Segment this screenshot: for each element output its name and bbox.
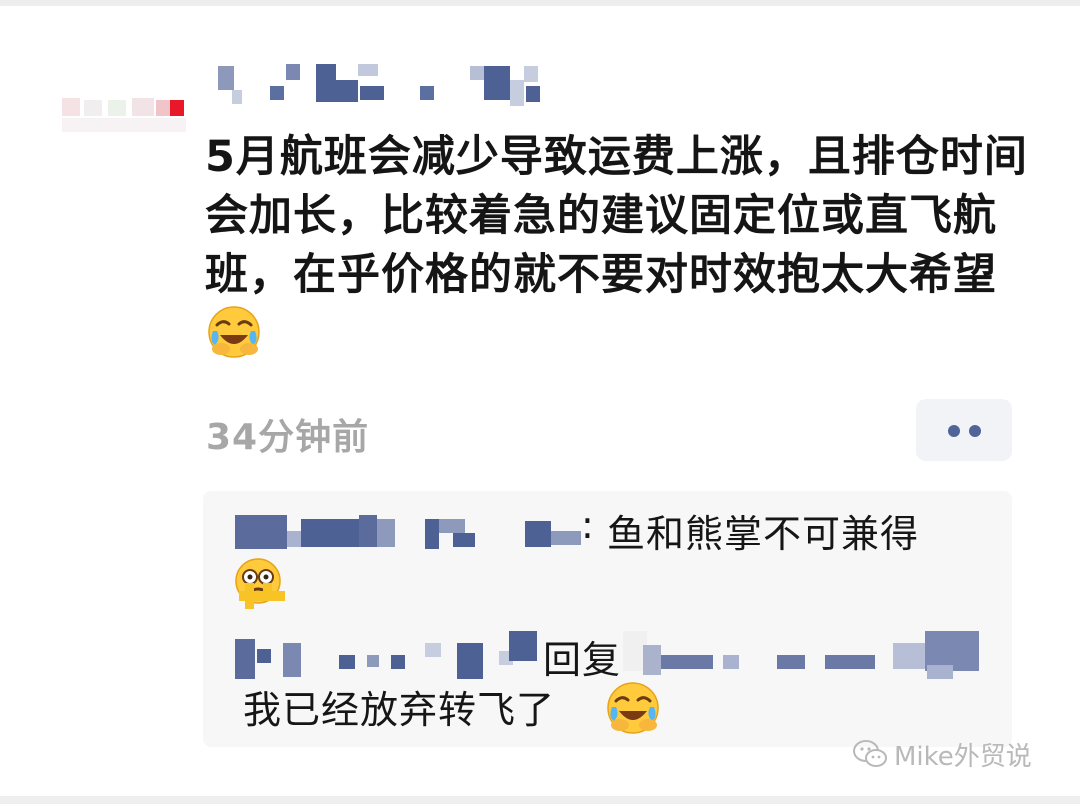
pix [439, 519, 465, 533]
crying-laughing-emoji-icon [607, 682, 659, 734]
pix [257, 649, 271, 663]
reply-item[interactable]: 回复 我已经放弃转飞了 [203, 621, 1012, 747]
pix [283, 643, 301, 677]
pix [391, 655, 405, 669]
bottom-divider [0, 796, 1080, 804]
comment-timestamp: 34分钟前 [206, 417, 370, 458]
pix [551, 531, 581, 545]
pix [825, 655, 875, 669]
reply-author-pixelated[interactable] [235, 639, 255, 679]
commenter-nickname[interactable] [212, 60, 572, 110]
avatar[interactable] [62, 98, 186, 134]
pix [927, 665, 953, 679]
watermark: Mike外贸说 [852, 732, 1032, 776]
pix [377, 519, 395, 547]
more-dots-icon [948, 425, 960, 437]
pix [359, 515, 377, 547]
more-options-button[interactable] [916, 399, 1012, 461]
pix [643, 645, 661, 675]
pix [661, 655, 713, 669]
pix [893, 643, 929, 669]
pix [301, 519, 359, 547]
watermark-text: Mike外贸说 [894, 741, 1032, 772]
top-divider [0, 0, 1080, 6]
pix [509, 631, 537, 661]
pix [525, 521, 551, 547]
crying-emoji-icon [235, 558, 285, 609]
pix [339, 655, 355, 669]
reply-author-pixelated[interactable] [235, 515, 287, 549]
reply-item[interactable]: : 鱼和熊掌不可兼得 [203, 491, 1012, 621]
reply-separator: : [581, 503, 595, 547]
pix [723, 655, 739, 669]
reply-list: : 鱼和熊掌不可兼得 回复 我已经放弃转飞了 [203, 491, 1012, 747]
wechat-icon [853, 740, 887, 767]
pix [457, 643, 483, 679]
reply-text: 我已经放弃转飞了 [243, 688, 556, 732]
pix [367, 655, 379, 667]
pix [453, 533, 475, 547]
comment-body: 5月航班会减少导致运费上涨，且排仓时间会加长，比较着急的建议固定位或直飞航班，在… [205, 132, 1028, 300]
reply-text: 鱼和熊掌不可兼得 [607, 512, 920, 556]
crying-laughing-emoji-icon [208, 306, 260, 358]
pix [425, 519, 439, 549]
more-dots-icon-dot [969, 425, 981, 437]
comment-text: 5月航班会减少导致运费上涨，且排仓时间会加长，比较着急的建议固定位或直飞航班，在… [205, 128, 1035, 367]
reply-action-label: 回复 [543, 638, 622, 682]
pix [777, 655, 805, 669]
pix [425, 643, 441, 657]
